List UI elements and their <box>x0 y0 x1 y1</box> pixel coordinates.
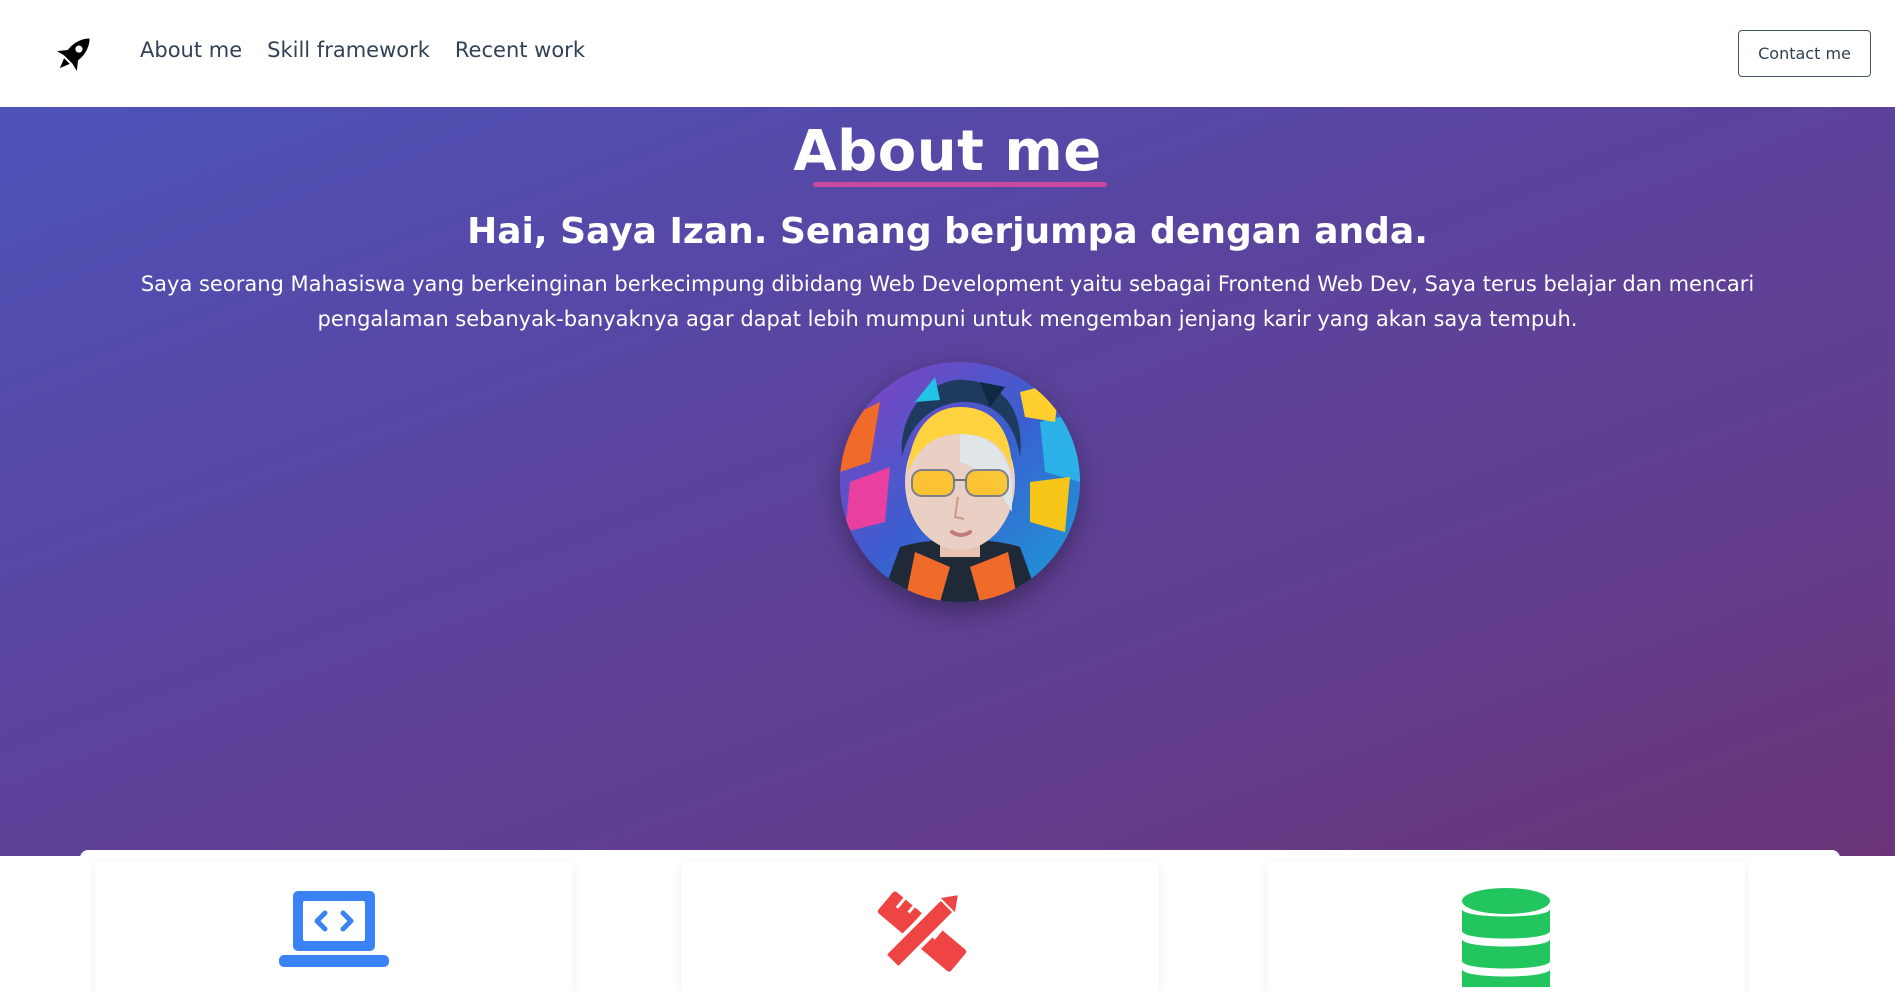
skill-card-frontend <box>95 862 573 992</box>
avatar <box>840 362 1080 602</box>
rocket-icon[interactable] <box>50 30 98 78</box>
skill-card-backend <box>1267 862 1745 992</box>
navbar: About me Skill framework Recent work Con… <box>0 0 1895 107</box>
about-section: About me Hai, Saya Izan. Senang berjumpa… <box>0 107 1895 992</box>
database-icon <box>1461 887 1551 991</box>
greeting-heading: Hai, Saya Izan. Senang berjumpa dengan a… <box>467 211 1428 252</box>
code-laptop-icon <box>279 887 389 971</box>
skill-card-design <box>681 862 1159 992</box>
pencil-ruler-icon <box>869 887 974 981</box>
nav-link-about-me[interactable]: About me <box>140 38 242 62</box>
about-description: Saya seorang Mahasiswa yang berkeinginan… <box>140 272 1755 331</box>
skills-panel <box>80 850 1840 992</box>
nav-link-skill-framework[interactable]: Skill framework <box>267 38 430 62</box>
page-title: About me <box>793 119 1102 184</box>
title-underline <box>813 182 1107 187</box>
nav-link-recent-work[interactable]: Recent work <box>455 38 585 62</box>
contact-me-button[interactable]: Contact me <box>1738 30 1871 77</box>
nav-links: About me Skill framework Recent work <box>140 38 585 62</box>
